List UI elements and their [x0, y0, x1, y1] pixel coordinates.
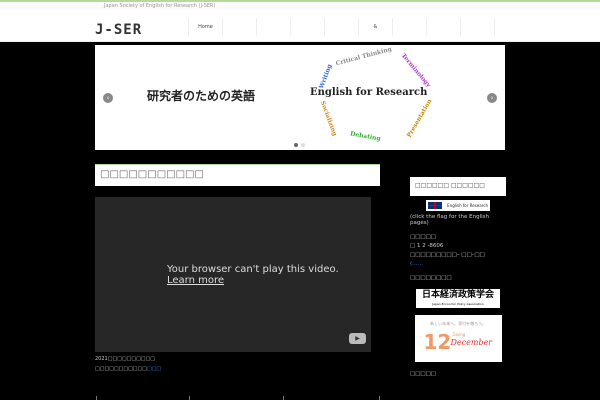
giving-month: December	[450, 338, 493, 347]
giving-december-banner[interactable]: 新しい未来へ、寄付を贈ろう。 12 Giving December	[414, 315, 502, 362]
english-pages-button[interactable]: English for Research	[426, 200, 490, 211]
sidebar: □□□□□□ □□□□□□ English for Research (clic…	[410, 177, 506, 377]
divider	[379, 396, 380, 400]
postal-code: □ 1 2 -8606	[410, 243, 444, 249]
address: □□□□□□□□□– □□–□□	[410, 252, 485, 258]
contact-heading: □□□□□	[410, 234, 436, 240]
nav-item[interactable]	[494, 18, 528, 36]
nav-item[interactable]	[460, 18, 494, 36]
divider	[96, 396, 97, 400]
ring-word: Debating	[349, 130, 382, 143]
flag-label: English for Research	[447, 203, 488, 208]
more-link[interactable]: (……	[410, 261, 506, 267]
video-player[interactable]: Your browser can't play this video. Learn…	[95, 197, 371, 352]
hero-slider: ‹ › 研究者のための英語 English for Research Writi…	[95, 45, 505, 150]
ring-word: Writing	[318, 63, 334, 90]
banner-jp-title: 研究者のための英語	[147, 89, 256, 103]
slider-next-button[interactable]: ›	[487, 93, 497, 103]
nav-item-home[interactable]: Home	[188, 18, 222, 36]
main-nav: Home &	[188, 18, 528, 36]
site-logo[interactable]: J-SER	[95, 22, 142, 38]
ring-word: Presentation	[405, 98, 434, 139]
nav-item[interactable]	[392, 18, 426, 36]
header: J-SER Home &	[0, 10, 600, 42]
uk-flag-icon	[428, 202, 442, 209]
top-bar: Japan Society of English for Research (J…	[0, 0, 600, 10]
sidebar-title: □□□□□□ □□□□□□	[410, 177, 506, 196]
divider	[283, 396, 284, 400]
giving-number: 12	[423, 330, 452, 354]
video-caption: 2021□□□□□□□□□□	[95, 356, 155, 362]
nav-item[interactable]: &	[358, 18, 392, 36]
ring-word: Socializing	[318, 99, 339, 138]
nav-item[interactable]	[426, 18, 460, 36]
divider	[189, 396, 190, 400]
jepa-name: 日本経済政策学会	[421, 290, 494, 300]
jepa-banner[interactable]: 日本経済政策学会 Japan Economic Policy Associatio…	[416, 289, 500, 308]
slider-dot[interactable]	[301, 143, 305, 147]
slider-dot-active[interactable]	[294, 143, 298, 147]
links-heading: □□□□□□□□	[410, 275, 452, 281]
banner-en-title: English for Research	[310, 87, 428, 98]
sidebar-heading: □□□□□	[410, 371, 436, 377]
youtube-play-icon[interactable]: ▶	[349, 333, 366, 344]
flag-note: (click the flag for the English pages)	[410, 214, 489, 226]
slider-prev-button[interactable]: ‹	[103, 93, 113, 103]
ring-word: Critical Thinking	[335, 45, 393, 68]
ring-word: Terminology	[399, 52, 432, 89]
giving-tagline: 新しい未来へ、寄付を贈ろう。	[430, 321, 486, 326]
site-tagline: Japan Society of English for Research (J…	[104, 3, 216, 9]
nav-item[interactable]	[222, 18, 256, 36]
nav-item[interactable]	[290, 18, 324, 36]
caption-link[interactable]: □□□	[147, 366, 161, 372]
video-error-message: Your browser can't play this video.	[167, 264, 339, 275]
giving-word: Giving	[452, 332, 466, 337]
jepa-name-en: Japan Economic Policy Association	[432, 302, 484, 306]
caption-text: □□□□□□□□□□□	[95, 366, 147, 372]
nav-item[interactable]	[256, 18, 290, 36]
nav-item[interactable]	[324, 18, 358, 36]
learn-more-link[interactable]: Learn more	[167, 275, 339, 286]
page-title: □□□□□□□□□□□	[95, 164, 380, 186]
